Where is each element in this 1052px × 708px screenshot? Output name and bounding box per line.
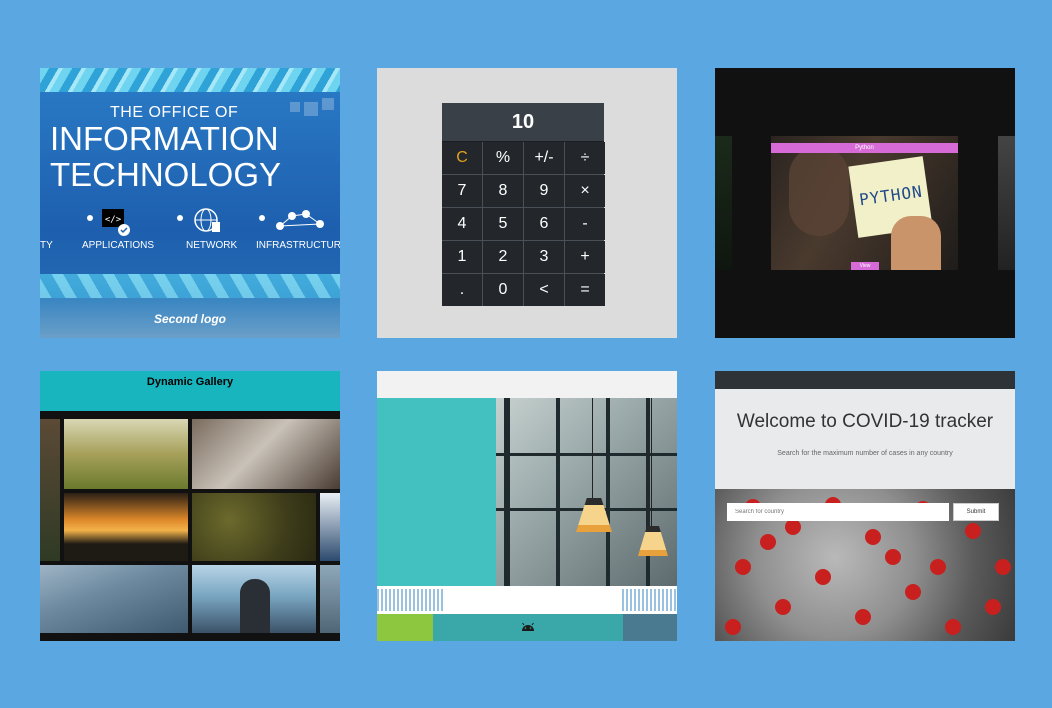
virus-spike	[905, 584, 921, 600]
site-topbar	[377, 371, 677, 398]
calculator-key[interactable]: <	[524, 274, 564, 306]
hero-teal-panel	[377, 398, 496, 586]
globe-icon	[194, 208, 220, 232]
gallery-person	[240, 579, 270, 633]
calculator-key[interactable]: C	[442, 142, 482, 174]
calculator-key[interactable]: +	[565, 241, 605, 273]
calculator-key[interactable]: 5	[483, 208, 523, 240]
calculator-key[interactable]: 3	[524, 241, 564, 273]
calculator-display: 10	[442, 103, 604, 142]
calculator-key[interactable]: 6	[524, 208, 564, 240]
it-title-line2: INFORMATION	[50, 120, 279, 157]
gallery-photo-car[interactable]	[192, 419, 340, 489]
slide-current: PYTHON Python View	[771, 136, 958, 270]
it-title-line3: TECHNOLOGY	[50, 156, 282, 193]
hero-photo-lamps	[496, 398, 677, 586]
person-image	[789, 146, 849, 236]
water-texture-bottom	[40, 274, 340, 338]
it-label-network: NETWORK	[186, 240, 238, 251]
covid-hero	[715, 389, 1015, 489]
calculator-key[interactable]: 0	[483, 274, 523, 306]
project-card-covid-tracker[interactable]: Welcome to COVID-19 tracker Search for t…	[715, 371, 1015, 641]
project-card-dynamic-gallery[interactable]: Dynamic Gallery	[40, 371, 340, 641]
virus-spike	[735, 559, 751, 575]
virus-spike	[945, 619, 961, 635]
it-label-0: TY	[40, 240, 53, 251]
it-label-applications: APPLICATIONS	[82, 240, 155, 251]
gallery-photo-forest[interactable]	[40, 419, 60, 561]
virus-spike	[785, 519, 801, 535]
calculator-key[interactable]: 2	[483, 241, 523, 273]
covid-topbar	[715, 371, 1015, 389]
calculator-key[interactable]: ×	[565, 175, 605, 207]
calculator-key[interactable]: %	[483, 142, 523, 174]
android-icon	[522, 622, 534, 631]
svg-text:</>: </>	[105, 215, 122, 225]
site-footer	[377, 614, 677, 641]
virus-spike	[760, 534, 776, 550]
calculator-key[interactable]: =	[565, 274, 605, 306]
covid-subheading: Search for the maximum number of cases i…	[777, 450, 953, 457]
it-label-infrastructure: INFRASTRUCTURE	[256, 240, 340, 251]
calculator-key[interactable]: .	[442, 274, 482, 306]
calculator-key[interactable]: 8	[483, 175, 523, 207]
calculator-key[interactable]: -	[565, 208, 605, 240]
virus-spike	[815, 569, 831, 585]
water-texture-top	[40, 68, 340, 92]
project-card-calculator[interactable]: 10 C% +/- ÷ 7 8 9 × 4 5 6- 1 2 3 +. 0 < =	[377, 68, 677, 338]
calculator-key[interactable]: ÷	[565, 142, 605, 174]
calculator-key[interactable]: 9	[524, 175, 564, 207]
hand-image	[891, 216, 941, 270]
gallery-photo-edge[interactable]	[320, 493, 340, 561]
calculator-key[interactable]: 4	[442, 208, 482, 240]
slide-preview-right	[998, 136, 1015, 270]
glitch-graphic	[377, 589, 445, 611]
virus-spike	[965, 523, 981, 539]
network-nodes-icon	[276, 210, 324, 230]
gallery-photo-waterfall[interactable]	[40, 565, 188, 633]
glitch-graphic	[622, 589, 677, 611]
country-search-input[interactable]	[727, 503, 949, 521]
calculator: 10 C% +/- ÷ 7 8 9 × 4 5 6- 1 2 3 +. 0 < =	[442, 103, 605, 306]
project-card-python-slider[interactable]: PYTHON Python View	[715, 68, 1015, 338]
calculator-key[interactable]: 7	[442, 175, 482, 207]
slide-preview-left	[715, 136, 732, 270]
slide-title: Python	[771, 143, 958, 153]
calculator-key[interactable]: +/-	[524, 142, 564, 174]
code-icon: </>	[102, 209, 130, 236]
gallery-photo-moss[interactable]	[192, 493, 316, 561]
gallery-photo-edge-2[interactable]	[320, 565, 340, 633]
virus-spike	[930, 559, 946, 575]
virus-spike	[775, 599, 791, 615]
covid-heading: Welcome to COVID-19 tracker	[736, 411, 994, 432]
virus-spike	[985, 599, 1001, 615]
project-card-it-office[interactable]: THE OFFICE OF INFORMATION TECHNOLOGY </>…	[40, 68, 340, 338]
virus-spike	[885, 549, 901, 565]
view-button[interactable]: View	[851, 262, 879, 270]
gallery-photo-hills[interactable]	[64, 419, 188, 489]
submit-button[interactable]: Submit	[953, 503, 999, 521]
card-caption: Second logo	[154, 312, 226, 326]
virus-spike	[725, 619, 741, 635]
virus-spike	[995, 559, 1011, 575]
gallery-title: Dynamic Gallery	[146, 376, 234, 388]
pendant-lamp	[638, 526, 668, 556]
gallery-photo-sunset[interactable]	[64, 493, 188, 561]
virus-spike	[855, 609, 871, 625]
virus-spike	[865, 529, 881, 545]
project-card-android-site[interactable]	[377, 371, 677, 641]
calculator-keypad: C% +/- ÷ 7 8 9 × 4 5 6- 1 2 3 +. 0 < =	[442, 142, 605, 306]
calculator-key[interactable]: 1	[442, 241, 482, 273]
